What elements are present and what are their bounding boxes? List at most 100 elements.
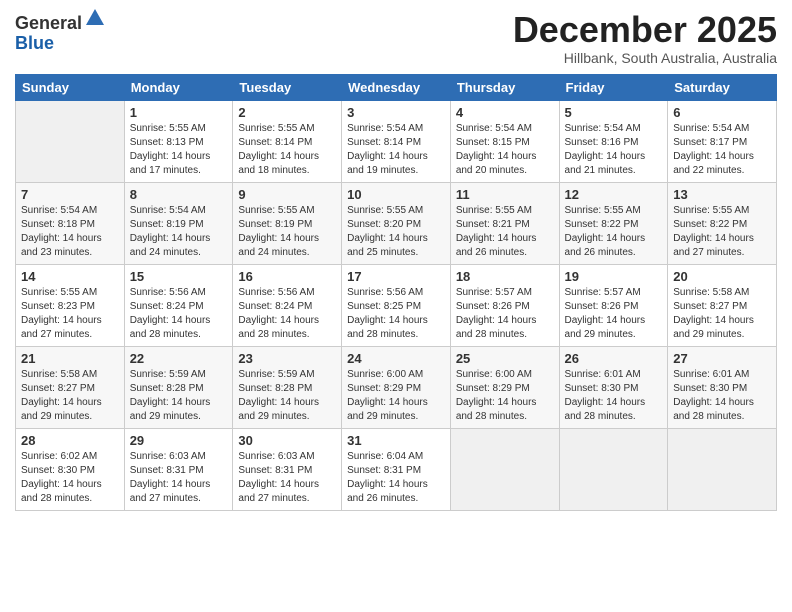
table-row: 5 Sunrise: 5:54 AM Sunset: 8:16 PM Dayli… — [559, 100, 668, 182]
daylight-text: Daylight: 14 hours and 25 minutes. — [347, 233, 428, 258]
sunrise-text: Sunrise: 5:57 AM — [456, 287, 532, 298]
daylight-text: Daylight: 14 hours and 27 minutes. — [130, 479, 211, 504]
daylight-text: Daylight: 14 hours and 23 minutes. — [21, 233, 102, 258]
daylight-text: Daylight: 14 hours and 28 minutes. — [456, 315, 537, 340]
sunset-text: Sunset: 8:27 PM — [21, 383, 95, 394]
day-number: 10 — [347, 187, 445, 202]
daylight-text: Daylight: 14 hours and 17 minutes. — [130, 151, 211, 176]
sunrise-text: Sunrise: 5:59 AM — [238, 369, 314, 380]
sunset-text: Sunset: 8:14 PM — [238, 137, 312, 148]
cell-content: Sunrise: 5:57 AM Sunset: 8:26 PM Dayligh… — [565, 286, 663, 342]
sunset-text: Sunset: 8:21 PM — [456, 219, 530, 230]
table-row: 15 Sunrise: 5:56 AM Sunset: 8:24 PM Dayl… — [124, 264, 233, 346]
table-row: 27 Sunrise: 6:01 AM Sunset: 8:30 PM Dayl… — [668, 346, 777, 428]
sunrise-text: Sunrise: 5:59 AM — [130, 369, 206, 380]
daylight-text: Daylight: 14 hours and 26 minutes. — [347, 479, 428, 504]
sunset-text: Sunset: 8:24 PM — [238, 301, 312, 312]
day-number: 28 — [21, 433, 119, 448]
sunrise-text: Sunrise: 6:04 AM — [347, 451, 423, 462]
day-number: 2 — [238, 105, 336, 120]
day-number: 17 — [347, 269, 445, 284]
table-row: 28 Sunrise: 6:02 AM Sunset: 8:30 PM Dayl… — [16, 428, 125, 510]
sunset-text: Sunset: 8:31 PM — [130, 465, 204, 476]
table-row: 13 Sunrise: 5:55 AM Sunset: 8:22 PM Dayl… — [668, 182, 777, 264]
day-number: 25 — [456, 351, 554, 366]
day-number: 1 — [130, 105, 228, 120]
cell-content: Sunrise: 5:55 AM Sunset: 8:22 PM Dayligh… — [565, 204, 663, 260]
table-row: 23 Sunrise: 5:59 AM Sunset: 8:28 PM Dayl… — [233, 346, 342, 428]
table-row: 17 Sunrise: 5:56 AM Sunset: 8:25 PM Dayl… — [342, 264, 451, 346]
cell-content: Sunrise: 5:54 AM Sunset: 8:19 PM Dayligh… — [130, 204, 228, 260]
table-row: 12 Sunrise: 5:55 AM Sunset: 8:22 PM Dayl… — [559, 182, 668, 264]
sunrise-text: Sunrise: 5:54 AM — [347, 123, 423, 134]
day-number: 12 — [565, 187, 663, 202]
day-number: 6 — [673, 105, 771, 120]
col-monday: Monday — [124, 74, 233, 100]
cell-content: Sunrise: 5:55 AM Sunset: 8:21 PM Dayligh… — [456, 204, 554, 260]
cell-content: Sunrise: 5:56 AM Sunset: 8:25 PM Dayligh… — [347, 286, 445, 342]
sunset-text: Sunset: 8:16 PM — [565, 137, 639, 148]
table-row: 6 Sunrise: 5:54 AM Sunset: 8:17 PM Dayli… — [668, 100, 777, 182]
daylight-text: Daylight: 14 hours and 29 minutes. — [130, 397, 211, 422]
daylight-text: Daylight: 14 hours and 29 minutes. — [673, 315, 754, 340]
table-row: 30 Sunrise: 6:03 AM Sunset: 8:31 PM Dayl… — [233, 428, 342, 510]
sunrise-text: Sunrise: 5:55 AM — [565, 205, 641, 216]
sunset-text: Sunset: 8:26 PM — [565, 301, 639, 312]
sunrise-text: Sunrise: 5:56 AM — [238, 287, 314, 298]
day-number: 15 — [130, 269, 228, 284]
sunrise-text: Sunrise: 5:55 AM — [673, 205, 749, 216]
table-row — [16, 100, 125, 182]
cell-content: Sunrise: 6:00 AM Sunset: 8:29 PM Dayligh… — [456, 368, 554, 424]
table-row: 16 Sunrise: 5:56 AM Sunset: 8:24 PM Dayl… — [233, 264, 342, 346]
table-row: 11 Sunrise: 5:55 AM Sunset: 8:21 PM Dayl… — [450, 182, 559, 264]
day-number: 23 — [238, 351, 336, 366]
day-number: 7 — [21, 187, 119, 202]
day-number: 29 — [130, 433, 228, 448]
subtitle: Hillbank, South Australia, Australia — [513, 50, 777, 66]
sunrise-text: Sunrise: 5:54 AM — [673, 123, 749, 134]
col-friday: Friday — [559, 74, 668, 100]
sunset-text: Sunset: 8:24 PM — [130, 301, 204, 312]
day-number: 4 — [456, 105, 554, 120]
daylight-text: Daylight: 14 hours and 27 minutes. — [673, 233, 754, 258]
day-number: 27 — [673, 351, 771, 366]
sunrise-text: Sunrise: 5:56 AM — [347, 287, 423, 298]
logo-general: General — [15, 13, 82, 33]
table-row: 4 Sunrise: 5:54 AM Sunset: 8:15 PM Dayli… — [450, 100, 559, 182]
cell-content: Sunrise: 6:02 AM Sunset: 8:30 PM Dayligh… — [21, 450, 119, 506]
day-number: 3 — [347, 105, 445, 120]
sunset-text: Sunset: 8:14 PM — [347, 137, 421, 148]
table-row: 26 Sunrise: 6:01 AM Sunset: 8:30 PM Dayl… — [559, 346, 668, 428]
sunrise-text: Sunrise: 5:55 AM — [130, 123, 206, 134]
daylight-text: Daylight: 14 hours and 27 minutes. — [21, 315, 102, 340]
col-thursday: Thursday — [450, 74, 559, 100]
table-row: 7 Sunrise: 5:54 AM Sunset: 8:18 PM Dayli… — [16, 182, 125, 264]
title-block: December 2025 Hillbank, South Australia,… — [513, 10, 777, 66]
sunrise-text: Sunrise: 5:54 AM — [21, 205, 97, 216]
table-row: 3 Sunrise: 5:54 AM Sunset: 8:14 PM Dayli… — [342, 100, 451, 182]
daylight-text: Daylight: 14 hours and 26 minutes. — [456, 233, 537, 258]
col-wednesday: Wednesday — [342, 74, 451, 100]
sunset-text: Sunset: 8:20 PM — [347, 219, 421, 230]
sunrise-text: Sunrise: 6:00 AM — [456, 369, 532, 380]
calendar-table: Sunday Monday Tuesday Wednesday Thursday… — [15, 74, 777, 511]
sunrise-text: Sunrise: 5:55 AM — [21, 287, 97, 298]
daylight-text: Daylight: 14 hours and 28 minutes. — [347, 315, 428, 340]
table-row: 24 Sunrise: 6:00 AM Sunset: 8:29 PM Dayl… — [342, 346, 451, 428]
sunset-text: Sunset: 8:29 PM — [456, 383, 530, 394]
daylight-text: Daylight: 14 hours and 28 minutes. — [21, 479, 102, 504]
cell-content: Sunrise: 5:54 AM Sunset: 8:18 PM Dayligh… — [21, 204, 119, 260]
page-header: General Blue December 2025 Hillbank, Sou… — [15, 10, 777, 66]
table-row: 29 Sunrise: 6:03 AM Sunset: 8:31 PM Dayl… — [124, 428, 233, 510]
day-number: 19 — [565, 269, 663, 284]
calendar-week-row: 28 Sunrise: 6:02 AM Sunset: 8:30 PM Dayl… — [16, 428, 777, 510]
sunrise-text: Sunrise: 6:02 AM — [21, 451, 97, 462]
daylight-text: Daylight: 14 hours and 27 minutes. — [238, 479, 319, 504]
sunset-text: Sunset: 8:15 PM — [456, 137, 530, 148]
sunset-text: Sunset: 8:30 PM — [673, 383, 747, 394]
daylight-text: Daylight: 14 hours and 29 minutes. — [565, 315, 646, 340]
sunset-text: Sunset: 8:18 PM — [21, 219, 95, 230]
table-row — [450, 428, 559, 510]
sunset-text: Sunset: 8:26 PM — [456, 301, 530, 312]
col-sunday: Sunday — [16, 74, 125, 100]
